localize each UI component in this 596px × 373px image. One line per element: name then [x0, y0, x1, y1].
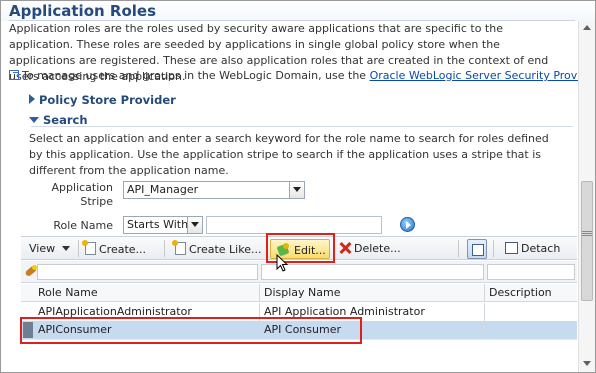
role-name-cell: APIApplicationAdministrator — [38, 305, 192, 318]
filter-icon[interactable] — [25, 265, 37, 277]
chevron-down-icon[interactable] — [289, 182, 304, 198]
chevron-down-icon[interactable] — [187, 217, 202, 233]
role-name-cell: APIConsumer — [38, 323, 112, 336]
scrollbar-thumb[interactable] — [581, 181, 593, 301]
table-row-selected[interactable]: APIConsumer API Consumer — [21, 321, 577, 340]
column-separator — [259, 303, 260, 321]
external-link-icon — [9, 70, 19, 80]
role-name-label: Role Name — [53, 219, 113, 232]
display-name-cell: API Consumer — [264, 323, 341, 336]
create-button[interactable]: Create... — [82, 240, 147, 256]
page-title: Application Roles — [9, 2, 156, 20]
row-selection-marker — [23, 322, 33, 338]
policy-store-provider-section[interactable]: Policy Store Provider — [29, 93, 176, 107]
collapse-icon — [29, 117, 39, 123]
role-name-filter-input[interactable] — [37, 264, 258, 280]
table-header: Role Name Display Name Description — [21, 284, 577, 302]
column-separator — [484, 303, 485, 321]
table-toolbar: View Create... Create Like... Edit... De… — [21, 236, 577, 260]
create-like-label: Create Like... — [189, 243, 262, 256]
stripe-label-line2: Stripe — [80, 195, 113, 208]
column-separator — [484, 284, 485, 302]
column-header-description[interactable]: Description — [486, 284, 552, 302]
expand-icon — [29, 94, 35, 104]
edit-label: Edit... — [294, 244, 326, 257]
operator-value: Starts With — [127, 218, 189, 231]
view-label: View — [29, 242, 56, 255]
search-label: Search — [43, 113, 88, 127]
create-icon — [82, 240, 96, 255]
application-stripe-value: API_Manager — [127, 183, 199, 196]
delete-button[interactable]: Delete... — [339, 242, 401, 255]
application-stripe-label: Application Stripe — [47, 181, 113, 209]
view-menu[interactable]: View — [29, 242, 70, 255]
column-header-display-name[interactable]: Display Name — [261, 284, 341, 302]
detach-button[interactable]: Detach — [505, 242, 560, 255]
scroll-up-icon[interactable] — [583, 25, 591, 30]
toolbar-separator — [458, 240, 459, 257]
vertical-scrollbar[interactable] — [578, 21, 595, 372]
title-bar: Application Roles — [1, 1, 595, 21]
column-separator — [484, 321, 485, 339]
table-row[interactable]: APIApplicationAdministrator API Applicat… — [21, 303, 577, 322]
role-name-operator-select[interactable]: Starts With — [123, 216, 203, 234]
stripe-label-line1: Application — [51, 181, 113, 194]
go-icon[interactable] — [400, 217, 415, 232]
display-name-cell: API Application Administrator — [264, 305, 425, 318]
create-label: Create... — [99, 243, 147, 256]
application-stripe-select[interactable]: API_Manager — [123, 181, 305, 199]
freeze-icon[interactable] — [467, 239, 487, 259]
search-description: Select an application and enter a search… — [29, 132, 549, 177]
detach-label: Detach — [521, 242, 561, 255]
display-name-filter-input[interactable] — [261, 264, 484, 280]
toolbar-separator — [164, 240, 165, 257]
manage-text: To manage users and groups in the WebLog… — [22, 69, 367, 82]
delete-label: Delete... — [354, 242, 401, 255]
detach-icon — [505, 242, 518, 254]
toolbar-separator — [493, 240, 494, 257]
column-separator — [259, 321, 260, 339]
create-like-icon — [172, 240, 186, 255]
description-filter-input[interactable] — [487, 264, 575, 280]
application-roles-page: Application Roles Application roles are … — [0, 0, 596, 373]
scroll-down-icon[interactable] — [583, 361, 591, 366]
column-header-role-name[interactable]: Role Name — [35, 284, 98, 302]
description-cell — [486, 303, 489, 321]
manage-users-note: To manage users and groups in the WebLog… — [9, 69, 595, 82]
search-divider — [31, 126, 573, 127]
weblogic-security-provider-link[interactable]: Oracle WebLogic Server Security Provider — [370, 69, 595, 82]
create-like-button[interactable]: Create Like... — [172, 240, 262, 256]
description-cell — [486, 321, 489, 339]
toolbar-separator — [78, 240, 79, 257]
search-section-header[interactable]: Search — [29, 113, 88, 127]
role-name-search-input[interactable] — [206, 216, 382, 234]
delete-icon — [339, 242, 351, 254]
policy-store-label: Policy Store Provider — [39, 93, 176, 107]
column-separator — [259, 284, 260, 302]
query-by-example-row — [21, 261, 577, 283]
scrollbar-grip-icon — [582, 231, 592, 232]
chevron-down-icon — [61, 246, 70, 251]
